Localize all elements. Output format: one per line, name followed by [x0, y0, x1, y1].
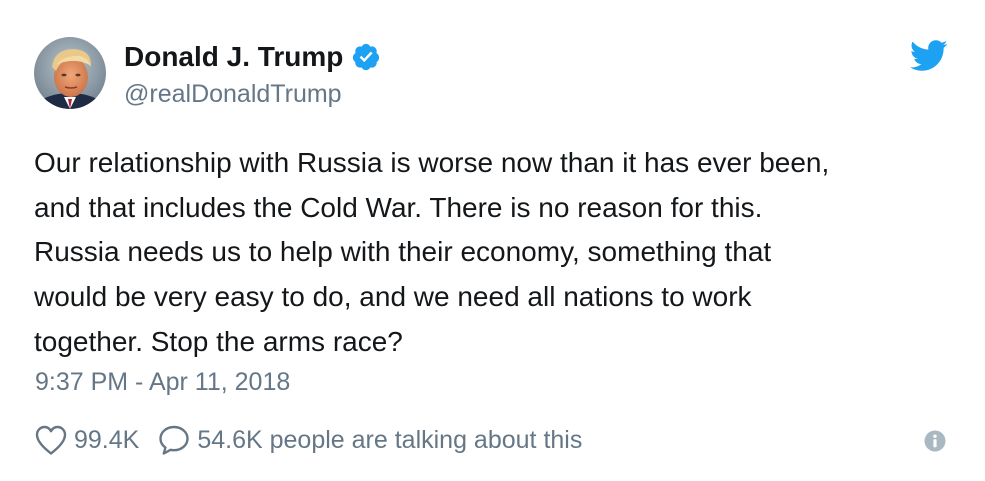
avatar[interactable] — [34, 37, 106, 109]
tweet-text-line: and that includes the Cold War. There is… — [34, 191, 763, 223]
reply-button[interactable]: 54.6K people are talking about this — [139, 424, 582, 456]
speech-bubble-icon — [157, 424, 191, 456]
tweet-timestamp[interactable]: 9:37 PM - Apr 11, 2018 — [35, 368, 290, 397]
tweet-text: Our relationship with Russia is worse no… — [34, 141, 964, 365]
engagement-bar: 99.4K 54.6K people are talking about thi… — [34, 420, 582, 460]
like-count: 99.4K — [74, 425, 140, 454]
tweet-text-line: together. Stop the arms race? — [34, 325, 403, 357]
author-display-name[interactable]: Donald J. Trump — [124, 41, 343, 73]
info-icon[interactable] — [924, 430, 946, 452]
author-handle[interactable]: @realDonaldTrump — [124, 80, 342, 109]
like-button[interactable]: 99.4K — [34, 424, 139, 456]
heart-icon — [34, 424, 68, 456]
tweet-card: Donald J. Trump @realDonaldTrump Our rel… — [0, 0, 985, 481]
tweet-text-line: Our relationship with Russia is worse no… — [34, 147, 830, 178]
tweet-text-line: would be very easy to do, and we need al… — [34, 281, 752, 313]
tweet-text-line: Russia needs us to help with their econo… — [34, 236, 772, 268]
verified-badge-icon — [351, 42, 381, 72]
talking-summary: 54.6K people are talking about this — [197, 425, 583, 454]
avatar-image — [34, 37, 106, 109]
author-name-row[interactable]: Donald J. Trump — [124, 38, 381, 76]
twitter-bird-icon[interactable] — [909, 40, 948, 72]
